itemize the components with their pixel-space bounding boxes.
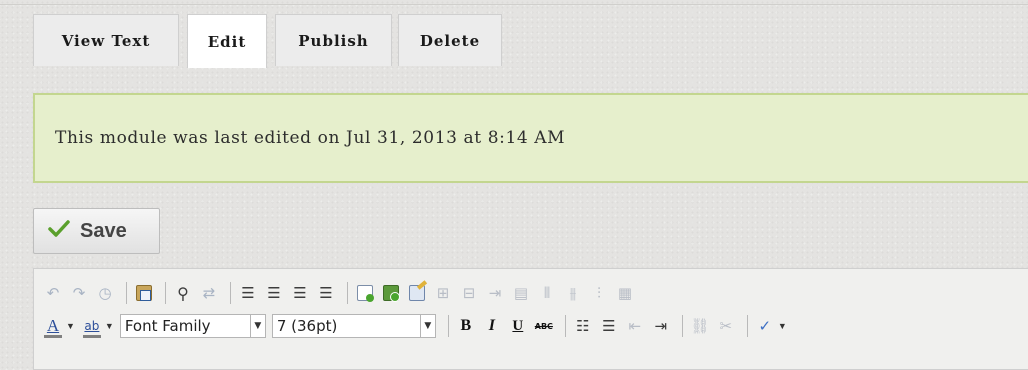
toolbar-separator bbox=[165, 282, 166, 304]
highlight-color-icon[interactable]: ab bbox=[81, 314, 103, 338]
align-left-icon[interactable]: ☰ bbox=[237, 281, 259, 305]
font-family-select[interactable]: Font Family ▼ bbox=[119, 314, 266, 338]
insert-column-after-icon[interactable]: ⫵ bbox=[562, 281, 584, 305]
tab-view-text[interactable]: View Text bbox=[33, 14, 179, 66]
chevron-down-icon: ▼ bbox=[419, 315, 435, 337]
editor-toolbar: ↶ ↷ ◷ ⚲ ⇄ ☰ ☰ ☰ ☰ ⊞ ⊟ ⇥ ▤ ⫴ ⫵ ⫶ ▦ A ▼ ab… bbox=[33, 268, 1028, 370]
delete-column-icon[interactable]: ⫶ bbox=[588, 281, 610, 305]
save-label: Save bbox=[80, 219, 127, 242]
find-replace-icon[interactable]: ⇄ bbox=[198, 281, 220, 305]
outdent-icon[interactable]: ⇤ bbox=[624, 314, 646, 338]
last-edited-notice: This module was last edited on Jul 31, 2… bbox=[33, 93, 1028, 183]
strikethrough-button[interactable]: ABC bbox=[533, 314, 555, 338]
toolbar-row-2: A ▼ ab ▼ Font Family ▼ 7 (36pt) ▼ B I U … bbox=[42, 312, 793, 340]
edit-table-icon[interactable] bbox=[406, 280, 428, 305]
toolbar-separator bbox=[746, 315, 748, 337]
align-justify-icon[interactable]: ☰ bbox=[315, 281, 337, 305]
align-center-icon[interactable]: ☰ bbox=[263, 281, 285, 305]
insert-row-before-icon[interactable]: ⊞ bbox=[432, 281, 454, 305]
notice-text: This module was last edited on Jul 31, 2… bbox=[55, 128, 566, 148]
bullet-list-icon[interactable]: ☷ bbox=[572, 314, 594, 338]
insert-row-after-icon[interactable]: ⊟ bbox=[458, 281, 480, 305]
insert-column-before-icon[interactable]: ⫴ bbox=[536, 281, 558, 305]
restore-draft-icon[interactable]: ◷ bbox=[94, 281, 116, 305]
chevron-down-icon[interactable]: ▼ bbox=[778, 321, 787, 331]
toolbar-row-1: ↶ ↷ ◷ ⚲ ⇄ ☰ ☰ ☰ ☰ ⊞ ⊟ ⇥ ▤ ⫴ ⫵ ⫶ ▦ bbox=[42, 279, 640, 307]
link-icon[interactable]: ⛓ bbox=[689, 314, 711, 338]
tab-delete[interactable]: Delete bbox=[398, 14, 502, 66]
indent-icon[interactable]: ⇥ bbox=[650, 314, 672, 338]
highlight-color-bar bbox=[82, 335, 101, 338]
toolbar-separator bbox=[230, 282, 231, 304]
new-document-icon[interactable] bbox=[354, 281, 376, 305]
spellcheck-icon[interactable]: ✓ bbox=[754, 314, 776, 338]
bold-button[interactable]: B bbox=[455, 314, 477, 338]
chevron-down-icon: ▼ bbox=[249, 315, 265, 337]
text-color-icon[interactable]: A bbox=[42, 314, 64, 338]
text-color-bar bbox=[44, 335, 62, 338]
merge-cells-icon[interactable]: ▦ bbox=[614, 281, 636, 305]
toolbar-separator bbox=[126, 282, 127, 304]
checkmark-icon bbox=[48, 219, 70, 243]
toolbar-separator bbox=[447, 315, 449, 337]
tab-publish[interactable]: Publish bbox=[275, 14, 392, 66]
find-icon[interactable]: ⚲ bbox=[172, 281, 194, 305]
numbered-list-icon[interactable]: ☰ bbox=[598, 314, 620, 338]
tab-edit[interactable]: Edit bbox=[187, 14, 267, 68]
delete-row-icon[interactable]: ⇥ bbox=[484, 281, 506, 305]
underline-button[interactable]: U bbox=[507, 314, 529, 338]
toolbar-separator bbox=[564, 315, 566, 337]
insert-image-icon[interactable] bbox=[380, 281, 402, 305]
font-size-select[interactable]: 7 (36pt) ▼ bbox=[271, 314, 436, 338]
save-button[interactable]: Save bbox=[33, 208, 160, 254]
paste-from-word-icon[interactable] bbox=[133, 281, 155, 305]
italic-button[interactable]: I bbox=[481, 314, 503, 338]
table-icon[interactable]: ▤ bbox=[510, 281, 532, 305]
chevron-down-icon[interactable]: ▼ bbox=[66, 321, 75, 331]
unlink-icon[interactable]: ✂ bbox=[715, 314, 737, 338]
undo-icon[interactable]: ↶ bbox=[42, 281, 64, 305]
redo-icon[interactable]: ↷ bbox=[68, 281, 90, 305]
toolbar-separator bbox=[681, 315, 683, 337]
top-divider bbox=[0, 4, 1028, 5]
chevron-down-icon[interactable]: ▼ bbox=[105, 321, 114, 331]
align-right-icon[interactable]: ☰ bbox=[289, 281, 311, 305]
toolbar-separator bbox=[347, 282, 348, 304]
